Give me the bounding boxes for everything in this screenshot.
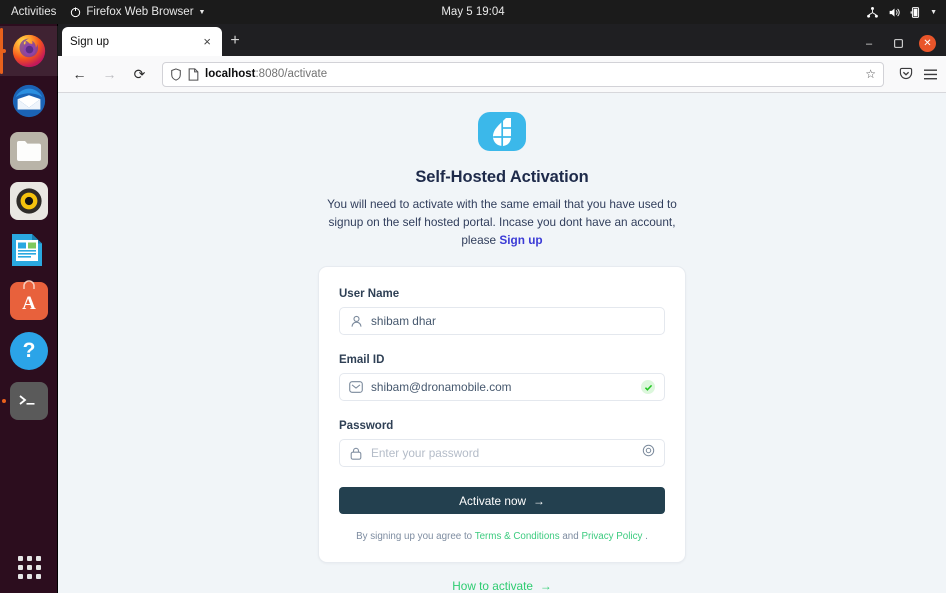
forward-button[interactable]: → [96,61,123,88]
minimize-button[interactable]: – [861,36,877,52]
app-grid-icon [17,556,41,579]
activate-now-label: Activate now [459,493,527,508]
back-button[interactable]: ← [66,61,93,88]
app-menu-label: Firefox Web Browser [86,6,194,18]
new-tab-button[interactable]: + [222,28,248,54]
running-indicator [2,49,6,53]
dock-item-files[interactable] [0,126,58,176]
email-label: Email ID [339,354,385,366]
bookmark-star-icon[interactable]: ☆ [865,67,876,81]
password-label: Password [339,420,394,432]
thunderbird-icon [10,82,48,120]
url-path: :8080/activate [255,68,328,80]
check-icon [644,384,652,391]
volume-icon[interactable] [888,6,901,19]
tab-title: Sign up [70,35,110,48]
firefox-icon [10,32,48,70]
how-to-activate-link[interactable]: How to activate → [452,579,551,593]
firefox-small-icon [71,6,81,17]
email-value: shibam@dronamobile.com [371,380,512,394]
hamburger-menu-icon[interactable] [923,68,938,81]
chevron-down-icon: ▼ [198,8,206,16]
user-icon [349,314,363,328]
close-window-button[interactable]: ✕ [919,35,936,52]
files-folder-icon [10,132,48,170]
network-icon[interactable] [866,6,879,19]
page-info-icon[interactable] [188,67,199,81]
close-tab-icon[interactable]: × [200,35,214,48]
envelope-icon [349,380,363,394]
show-applications-button[interactable] [0,556,58,579]
email-input[interactable]: shibam@dronamobile.com [339,373,665,401]
terminal-icon [10,382,48,420]
url-bar[interactable]: localhost:8080/activate ☆ [162,61,884,87]
eye-icon[interactable] [642,444,655,462]
password-input[interactable]: Enter your password [339,439,665,467]
page-title: Self-Hosted Activation [415,168,589,187]
activation-form-card: User Name shibam dhar Email ID shibam@dr… [318,266,686,563]
navigation-toolbar: ← → ⟳ localhost:8080/activate ☆ [58,56,946,93]
dock-item-terminal[interactable] [0,376,58,426]
firefox-window: Sign up × + – ✕ ← → ⟳ localhost:8080/act… [58,24,946,593]
legal-prefix: By signing up you agree to [356,531,475,542]
battery-icon[interactable] [910,6,921,19]
reload-button[interactable]: ⟳ [126,61,153,88]
username-value: shibam dhar [371,314,436,328]
activities-button[interactable]: Activities [11,6,56,18]
shield-icon[interactable] [170,67,182,81]
privacy-policy-link[interactable]: Privacy Policy [581,531,642,542]
url-text[interactable]: localhost:8080/activate [205,68,859,80]
legal-suffix: . [642,531,648,542]
activate-now-button[interactable]: Activate now → [339,487,665,514]
ubuntu-software-icon: A [10,280,48,320]
tab-sign-up[interactable]: Sign up × [62,27,222,56]
arrow-right-icon: → [533,493,545,508]
help-icon: ? [10,332,48,370]
how-to-activate-label: How to activate [452,579,533,593]
gnome-top-bar: Activities Firefox Web Browser ▼ May 5 1… [0,0,946,24]
legal-text: By signing up you agree to Terms & Condi… [339,531,665,542]
password-placeholder: Enter your password [371,446,480,460]
dock-item-ubuntu-software[interactable]: A [0,276,58,326]
ubuntu-dock: A ? [0,24,58,593]
email-verified-badge [641,380,655,394]
dock-item-firefox[interactable] [0,26,58,76]
window-controls: – ✕ [861,35,946,56]
dronamobile-logo-icon [478,112,526,152]
lock-icon [349,446,363,460]
sign-up-link[interactable]: Sign up [499,233,542,247]
libreoffice-writer-icon [10,232,48,270]
dock-item-thunderbird[interactable] [0,76,58,126]
username-input[interactable]: shibam dhar [339,307,665,335]
rhythmbox-icon [10,182,48,220]
legal-and: and [559,531,582,542]
running-indicator [2,399,6,403]
page-content: Self-Hosted Activation You will need to … [58,93,946,593]
maximize-button[interactable] [890,36,906,52]
page-subtitle: You will need to activate with the same … [319,196,685,250]
terms-and-conditions-link[interactable]: Terms & Conditions [475,531,560,542]
maximize-icon [893,39,903,48]
url-host: localhost [205,68,256,80]
app-menu-button[interactable]: Firefox Web Browser ▼ [70,6,205,18]
dock-item-help[interactable]: ? [0,326,58,376]
system-menu-chevron-down-icon[interactable]: ▼ [930,9,937,16]
tab-strip: Sign up × + – ✕ [58,24,946,56]
arrow-right-icon: → [539,579,552,593]
username-label: User Name [339,288,400,300]
dock-item-rhythmbox[interactable] [0,176,58,226]
pocket-icon[interactable] [899,67,913,81]
dock-item-libreoffice-writer[interactable] [0,226,58,276]
